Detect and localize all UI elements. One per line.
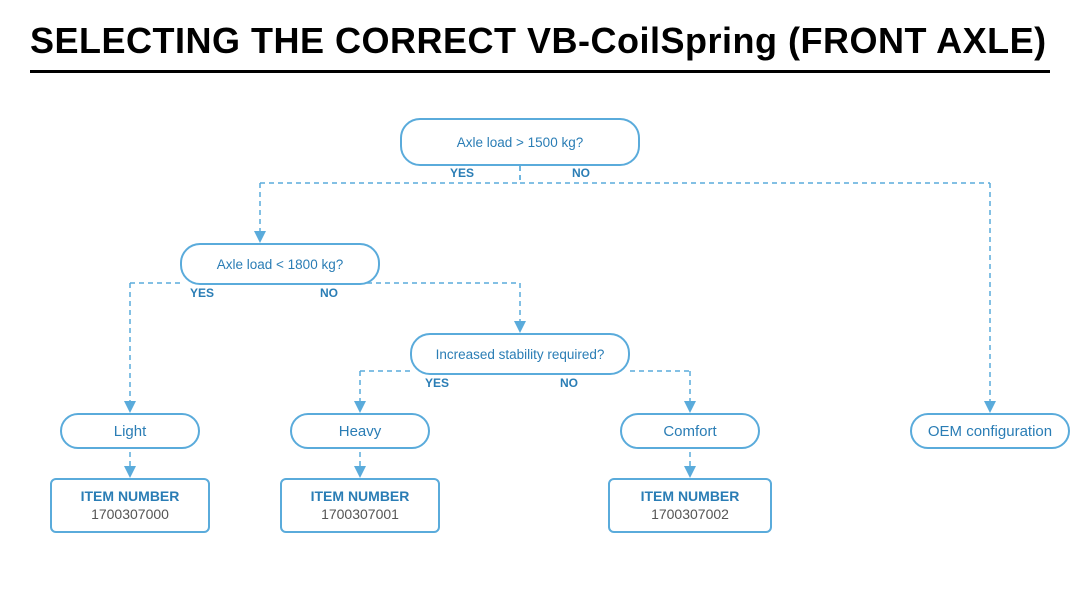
item-box-1: ITEM NUMBER 1700307001 [280, 478, 440, 533]
page-title: SELECTING THE CORRECT VB-CoilSpring (FRO… [30, 20, 1050, 73]
item-label-0: ITEM NUMBER [62, 488, 198, 504]
decision-box-1: Axle load > 1500 kg? [400, 118, 640, 166]
no-label-1: NO [572, 166, 590, 180]
decision-box-2: Axle load < 1800 kg? [180, 243, 380, 285]
no-label-2: NO [320, 286, 338, 300]
item-label-2: ITEM NUMBER [620, 488, 760, 504]
result-comfort: Comfort [620, 413, 760, 449]
item-label-1: ITEM NUMBER [292, 488, 428, 504]
result-oem: OEM configuration [910, 413, 1070, 449]
diagram-lines [30, 103, 1050, 533]
result-light: Light [60, 413, 200, 449]
yes-label-3: YES [425, 376, 449, 390]
decision-box-3: Increased stability required? [410, 333, 630, 375]
item-number-0: 1700307000 [62, 506, 198, 522]
result-heavy: Heavy [290, 413, 430, 449]
diagram: Axle load > 1500 kg? YES NO Axle load < … [30, 103, 1050, 533]
page: SELECTING THE CORRECT VB-CoilSpring (FRO… [0, 0, 1080, 608]
yes-label-2: YES [190, 286, 214, 300]
item-number-1: 1700307001 [292, 506, 428, 522]
item-box-0: ITEM NUMBER 1700307000 [50, 478, 210, 533]
no-label-3: NO [560, 376, 578, 390]
yes-label-1: YES [450, 166, 474, 180]
item-box-2: ITEM NUMBER 1700307002 [608, 478, 772, 533]
item-number-2: 1700307002 [620, 506, 760, 522]
